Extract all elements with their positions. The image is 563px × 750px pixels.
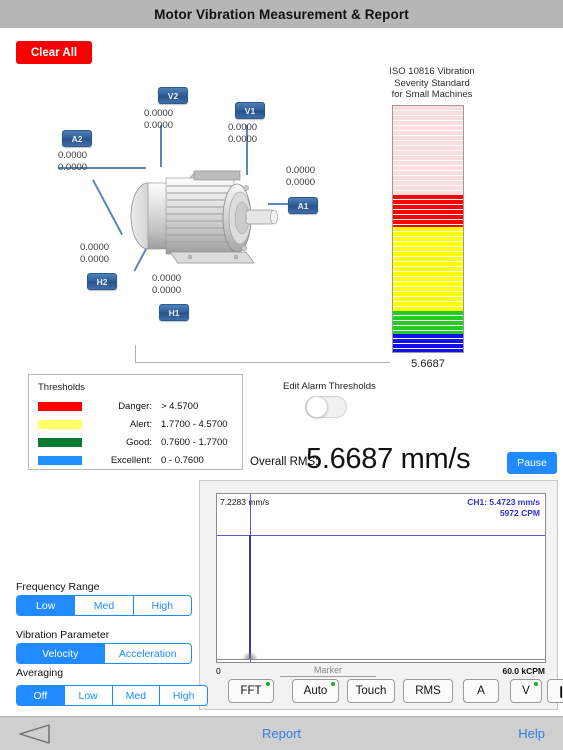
iso-zone-good (393, 311, 463, 334)
spectrum-peak (249, 535, 251, 660)
threshold-range: 1.7700 - 4.5700 (161, 418, 228, 430)
title-bar: Motor Vibration Measurement & Report (0, 0, 563, 28)
x-axis-min-label: 0 (216, 666, 221, 676)
threshold-swatch-good (38, 437, 82, 447)
segment-low[interactable]: Low (17, 596, 76, 615)
edit-alarm-label: Edit Alarm Thresholds (283, 381, 376, 392)
report-link[interactable]: Report (0, 726, 563, 741)
segment-med[interactable]: Med (113, 686, 161, 705)
threshold-swatch-danger (38, 401, 82, 411)
segment-med[interactable]: Med (75, 596, 134, 615)
spectrum-plot[interactable]: 7.2283 mm/s CH1: 5.4723 mm/s 5972 CPM (216, 493, 546, 663)
vibration-parameter-control[interactable]: Velocity Acceleration (16, 643, 192, 664)
spectrum-baseline (217, 659, 545, 660)
sensor-button-h2[interactable]: H2 (87, 273, 117, 290)
vibration-parameter-label: Vibration Parameter (16, 629, 110, 641)
segment-acceleration[interactable]: Acceleration (105, 644, 192, 663)
plot-button-label: RMS (415, 685, 441, 697)
plot-button-rms[interactable]: RMS (403, 679, 453, 703)
threshold-row: Danger: > 4.5700 (38, 398, 233, 414)
threshold-range: 0.7600 - 1.7700 (161, 436, 228, 448)
sensor-values-v2: 0.0000 0.0000 (144, 108, 174, 131)
averaging-control[interactable]: Off Low Med High (16, 685, 208, 706)
plot-button-row: FFT Auto Touch RMS A V ❙❙ (210, 679, 563, 705)
threshold-name: Excellent: (110, 454, 152, 466)
threshold-name: Danger: (118, 400, 152, 412)
channel-readout: CH1: 5.4723 mm/s 5972 CPM (467, 497, 540, 519)
plot-button-label: FFT (240, 685, 262, 697)
plot-button-label: Touch (355, 685, 387, 697)
threshold-range: > 4.5700 (161, 400, 199, 412)
threshold-swatch-excellent (38, 455, 82, 465)
help-link[interactable]: Help (518, 726, 545, 741)
edit-alarm-toggle[interactable] (305, 396, 347, 418)
iso-current-value: 5.6687 (411, 358, 445, 370)
sensor-button-v2[interactable]: V2 (158, 87, 188, 104)
iso-zone-excellent (393, 333, 463, 352)
sensor-button-h1[interactable]: H1 (159, 304, 189, 321)
plot-button-v[interactable]: V (510, 679, 542, 703)
sensor-values-h1: 0.0000 0.0000 (152, 273, 182, 296)
iso-zone-danger (393, 194, 463, 227)
sensor-values-a1: 0.0000 0.0000 (286, 165, 316, 188)
sensor-values-v1: 0.0000 0.0000 (228, 122, 258, 145)
thresholds-title: Thresholds (38, 382, 85, 393)
sensor-button-a2[interactable]: A2 (62, 130, 92, 147)
status-indicator-dot (266, 682, 270, 686)
plot-button-pause[interactable]: ❙❙ (547, 679, 563, 703)
averaging-label: Averaging (16, 667, 64, 679)
clear-all-button[interactable]: Clear All (16, 41, 92, 64)
plot-button-fft[interactable]: FFT (228, 679, 274, 703)
segment-low[interactable]: Low (65, 686, 113, 705)
plot-button-label: A (477, 685, 485, 697)
frequency-range-label: Frequency Range (16, 581, 100, 593)
threshold-swatch-alert (38, 419, 82, 429)
iso-standard-caption: ISO 10816 Vibration Severity Standard fo… (389, 66, 475, 100)
segment-off[interactable]: Off (17, 686, 65, 705)
x-axis-max-label: 60.0 kCPM (502, 666, 545, 676)
overall-rms-value: 5.6687 mm/s (306, 443, 471, 475)
amplitude-cursor-line (217, 535, 545, 536)
threshold-row: Good: 0.7600 - 1.7700 (38, 434, 233, 450)
plot-button-label: V (522, 685, 530, 697)
status-indicator-dot (331, 682, 335, 686)
sensor-button-a1[interactable]: A1 (288, 197, 318, 214)
y-axis-max-label: 7.2283 mm/s (220, 497, 270, 507)
motor-diagram: V2 0.0000 0.0000 V1 0.0000 0.0000 A2 0.0… (0, 70, 380, 340)
frequency-range-control[interactable]: Low Med High (16, 595, 192, 616)
threshold-name: Good: (126, 436, 152, 448)
plot-button-a[interactable]: A (463, 679, 499, 703)
iso-zone-inactive-danger (393, 106, 463, 195)
iso-severity-bar (392, 105, 464, 353)
plot-button-auto[interactable]: Auto (292, 679, 339, 703)
sensor-values-a2: 0.0000 0.0000 (58, 150, 88, 173)
thresholds-panel: Thresholds Danger: > 4.5700 Alert: 1.7700 -… (28, 374, 243, 470)
toggle-knob (306, 396, 328, 418)
page-title: Motor Vibration Measurement & Report (154, 6, 409, 22)
bottom-bar: Report Help (0, 716, 563, 750)
marker-caption: Marker (280, 665, 376, 677)
segment-high[interactable]: High (134, 596, 191, 615)
status-indicator-dot (534, 682, 538, 686)
motor-illustration (130, 170, 278, 264)
threshold-row: Excellent: 0 - 0.7600 (38, 452, 233, 468)
channel-amplitude: CH1: 5.4723 mm/s (467, 497, 540, 507)
threshold-name: Alert: (129, 418, 152, 430)
segment-velocity[interactable]: Velocity (17, 644, 105, 663)
threshold-range: 0 - 0.7600 (161, 454, 204, 466)
spectrum-panel: 7.2283 mm/s CH1: 5.4723 mm/s 5972 CPM 0 … (199, 480, 563, 710)
iso-to-thresholds-connector (135, 345, 390, 363)
app-root: Motor Vibration Measurement & Report Cle… (0, 0, 563, 750)
plot-button-label: ❙❙ (556, 686, 563, 698)
plot-button-touch[interactable]: Touch (347, 679, 395, 703)
sensor-values-h2: 0.0000 0.0000 (80, 242, 110, 265)
thresholds-rows: Danger: > 4.5700 Alert: 1.7700 - 4.5700 Good… (38, 398, 233, 468)
threshold-row: Alert: 1.7700 - 4.5700 (38, 416, 233, 432)
iso-zone-alert (393, 226, 463, 312)
segment-high[interactable]: High (160, 686, 207, 705)
channel-frequency: 5972 CPM (499, 508, 540, 518)
pause-button[interactable]: Pause (507, 452, 557, 474)
plot-button-label: Auto (303, 685, 328, 697)
sensor-button-v1[interactable]: V1 (235, 102, 265, 119)
